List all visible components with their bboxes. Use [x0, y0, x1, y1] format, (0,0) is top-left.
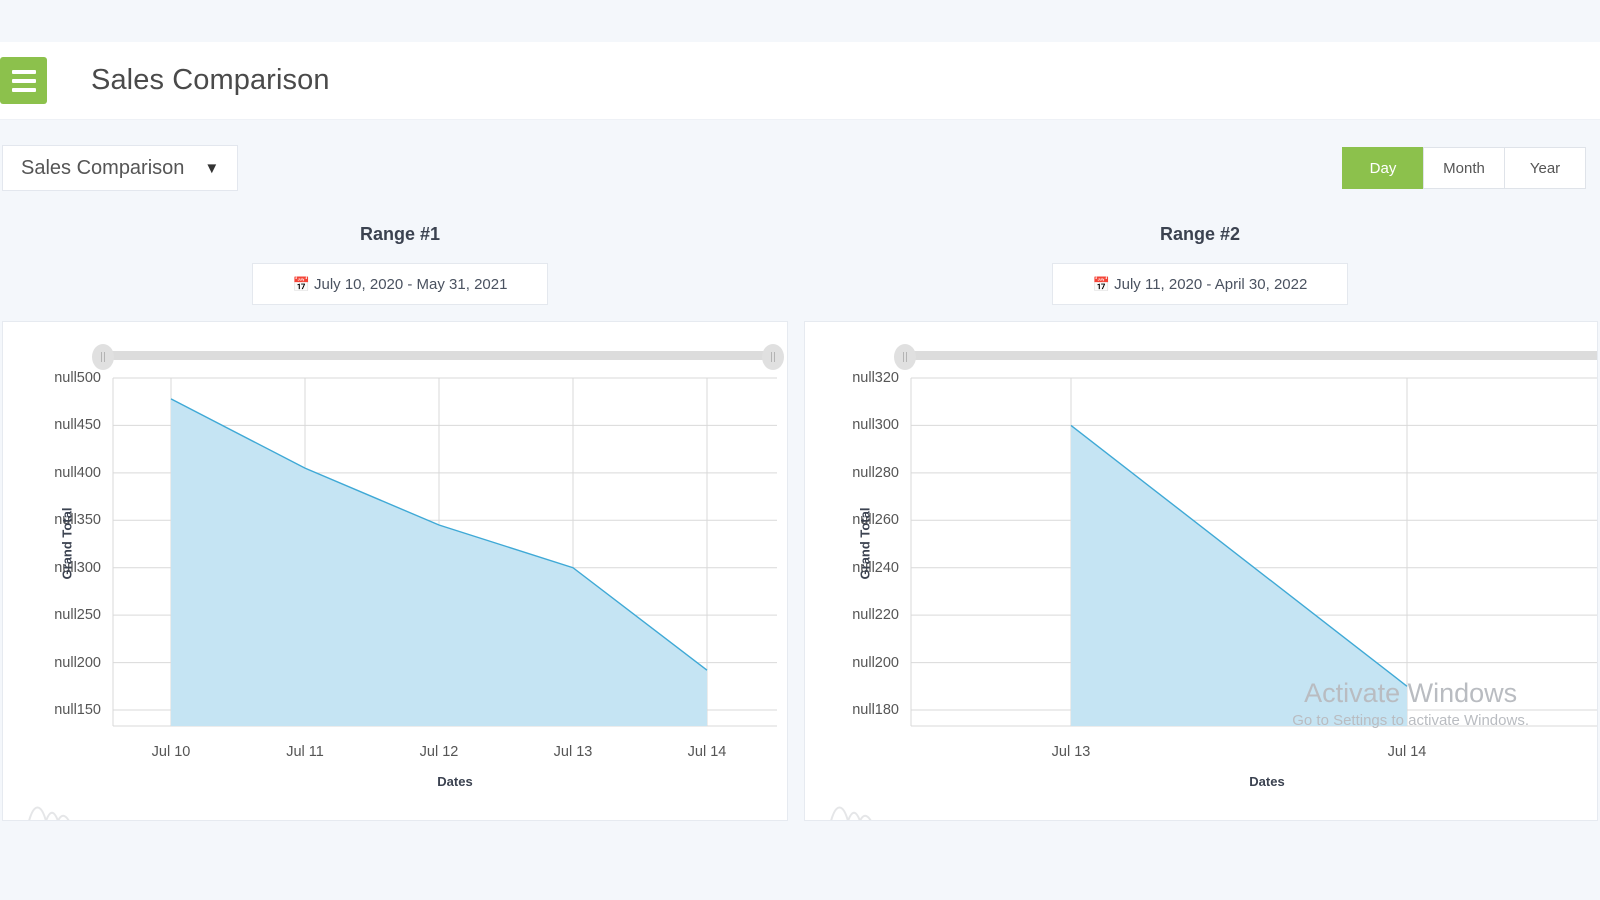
granularity-segmented-control: Day Month Year [1343, 147, 1586, 189]
y-axis-tick-label: null250 [54, 607, 101, 623]
y-axis-tick-label: null280 [852, 465, 899, 481]
y-axis-tick-label: null180 [852, 702, 899, 718]
range-1-date-value: July 10, 2020 - May 31, 2021 [314, 276, 507, 293]
x-axis-tick-label: Jul 14 [688, 744, 727, 760]
y-axis-tick-label: null500 [54, 370, 101, 386]
calendar-icon: 📅 [293, 276, 310, 293]
report-dropdown[interactable]: Sales Comparison ▼ [2, 145, 238, 191]
y-axis-tick-label: null400 [54, 465, 101, 481]
y-axis-tick-label: null150 [54, 702, 101, 718]
page-title: Sales Comparison [91, 64, 330, 97]
range-2-date-value: July 11, 2020 - April 30, 2022 [1114, 276, 1307, 293]
x-axis-title: Dates [437, 774, 472, 789]
x-axis-tick-label: Jul 12 [420, 744, 459, 760]
calendar-icon: 📅 [1093, 276, 1110, 293]
x-axis-tick-label: Jul 11 [286, 744, 324, 760]
window-top-strip [0, 0, 1600, 42]
spline-chart-icon[interactable] [829, 801, 873, 821]
hamburger-icon[interactable] [0, 57, 47, 104]
granularity-tab-month[interactable]: Month [1423, 147, 1505, 189]
x-axis-title: Dates [1249, 774, 1284, 789]
range-2-date-picker[interactable]: 📅 July 11, 2020 - April 30, 2022 [1052, 263, 1348, 305]
chevron-down-icon: ▼ [204, 160, 219, 177]
x-axis-tick-label: Jul 13 [1052, 744, 1091, 760]
report-dropdown-value: Sales Comparison [21, 157, 184, 180]
y-axis-tick-label: null320 [852, 370, 899, 386]
range-1-header: Range #1 📅 July 10, 2020 - May 31, 2021 [0, 216, 800, 305]
y-axis-title: Grand Total [858, 494, 873, 594]
y-axis-tick-label: null300 [852, 417, 899, 433]
x-axis-tick-label: Jul 14 [1388, 744, 1427, 760]
range-2-header: Range #2 📅 July 11, 2020 - April 30, 202… [800, 216, 1600, 305]
range-1-title: Range #1 [0, 224, 800, 245]
y-axis-tick-label: null200 [54, 655, 101, 671]
range-1-plot-area[interactable]: null500null450null400null350null300null2… [3, 322, 788, 821]
range-2-chart-card: null320null300null280null260null240null2… [804, 321, 1598, 821]
y-axis-tick-label: null200 [852, 655, 899, 671]
y-axis-tick-label: null220 [852, 607, 899, 623]
range-2-title: Range #2 [800, 224, 1600, 245]
y-axis-title: Grand Total [60, 494, 75, 594]
granularity-tab-day[interactable]: Day [1342, 147, 1424, 189]
spline-chart-icon[interactable] [27, 801, 71, 821]
x-axis-tick-label: Jul 10 [152, 744, 191, 760]
range-1-date-picker[interactable]: 📅 July 10, 2020 - May 31, 2021 [252, 263, 548, 305]
controls-row: Sales Comparison ▼ Day Month Year [0, 120, 1600, 216]
granularity-tab-year[interactable]: Year [1504, 147, 1586, 189]
y-axis-tick-label: null450 [54, 417, 101, 433]
x-axis-tick-label: Jul 13 [554, 744, 593, 760]
charts-container: null500null450null400null350null300null2… [0, 321, 1600, 821]
range-2-plot-area[interactable]: null320null300null280null260null240null2… [805, 322, 1598, 821]
range-headers: Range #1 📅 July 10, 2020 - May 31, 2021 … [0, 216, 1600, 305]
app-header: Sales Comparison [0, 42, 1600, 120]
range-1-chart-card: null500null450null400null350null300null2… [2, 321, 788, 821]
